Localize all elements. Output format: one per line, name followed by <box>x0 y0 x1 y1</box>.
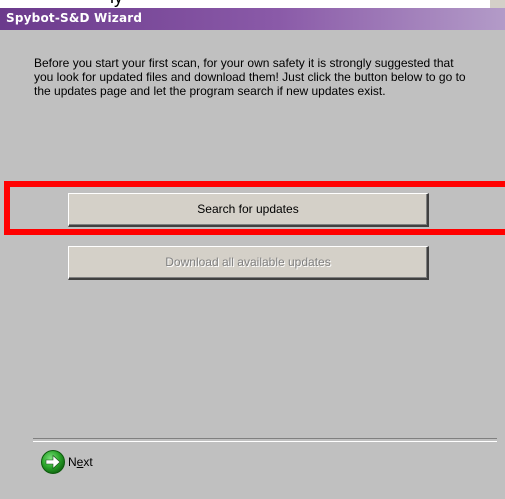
divider <box>33 438 497 442</box>
next-label: Next <box>68 455 93 469</box>
title-bar: Spybot-S&D Wizard <box>0 8 505 30</box>
wizard-panel: Before you start your first scan, for yo… <box>0 30 505 499</box>
search-for-updates-button[interactable]: Search for updates <box>68 193 429 227</box>
scrollbar-button[interactable] <box>489 0 505 8</box>
next-button[interactable]: Next <box>40 449 93 475</box>
intro-text: Before you start your first scan, for yo… <box>34 56 466 98</box>
download-all-updates-button[interactable]: Download all available updates <box>68 246 429 280</box>
window-title: Spybot-S&D Wizard <box>6 11 143 25</box>
next-label-suffix: xt <box>83 455 93 469</box>
green-arrow-right-icon <box>41 450 65 474</box>
next-label-prefix: N <box>68 455 77 469</box>
wizard-window: ly Spybot-S&D Wizard Before you start yo… <box>0 0 505 499</box>
background-text: ly <box>110 0 123 8</box>
background-window-strip: ly <box>0 0 505 8</box>
